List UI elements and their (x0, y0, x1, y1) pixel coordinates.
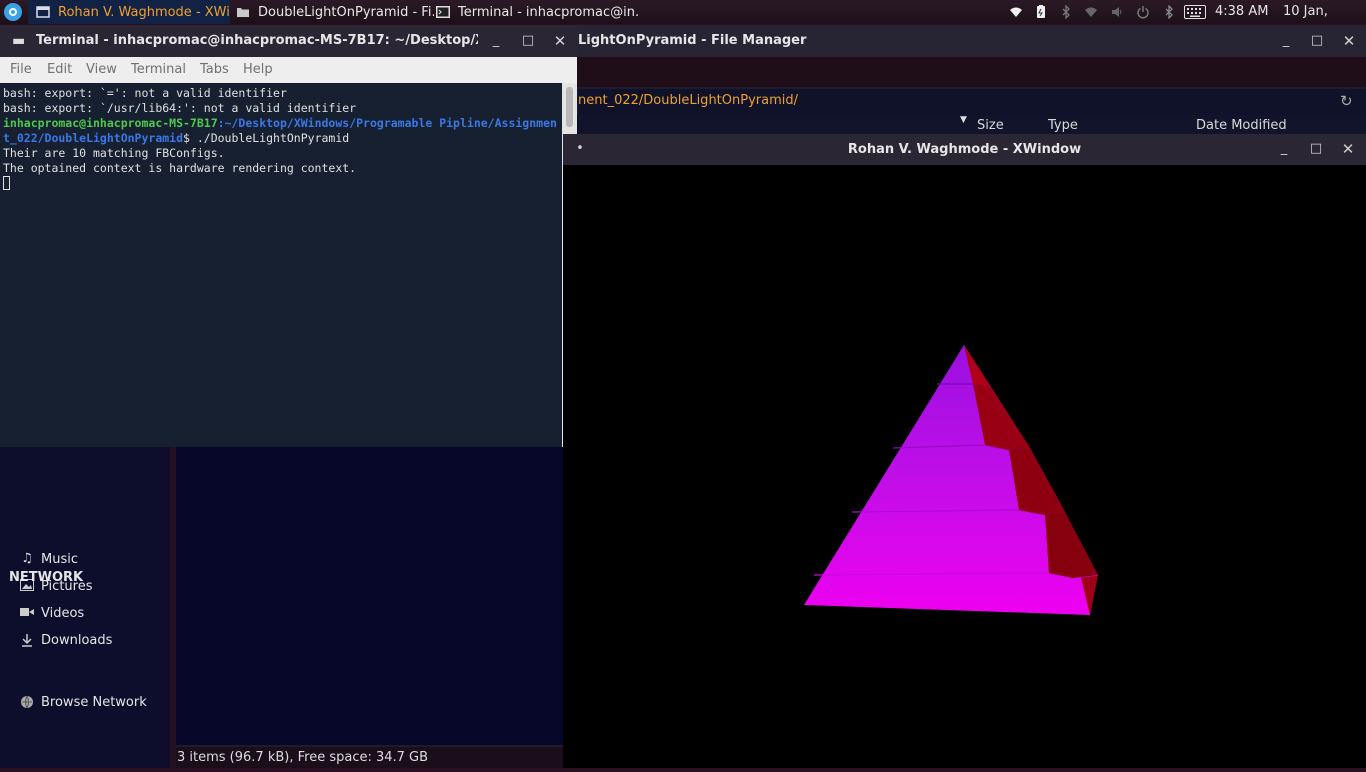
taskbar-item-label: DoubleLightOnPyramid - Fi... (258, 4, 434, 20)
app-menu-icon[interactable] (4, 3, 22, 21)
prompt-command: $ ./DoubleLightOnPyramid (183, 131, 350, 145)
terminal-cursor (3, 176, 10, 190)
volume-icon[interactable] (1110, 5, 1124, 19)
terminal-line: bash: export: `/usr/lib64:': not a valid… (3, 101, 357, 115)
sidebar-item-label: Browse Network (41, 694, 147, 710)
location-bar[interactable]: nent_022/DoubleLightOnPyramid/ ↻ (578, 89, 1366, 115)
keyboard-icon[interactable] (1184, 5, 1206, 19)
taskbar-item-label: Terminal - inhacpromac@in... (458, 4, 640, 20)
column-size[interactable]: Size (977, 118, 1004, 133)
prompt-path-continued: t_022/DoubleLightOnPyramid (3, 131, 184, 145)
minimize-button[interactable]: _ (1276, 31, 1296, 51)
terminal-menubar: File Edit View Terminal Tabs Help (0, 57, 577, 83)
window-icon (36, 6, 50, 18)
minimize-button[interactable]: _ (486, 31, 506, 51)
menu-tabs[interactable]: Tabs (200, 57, 229, 83)
window-menu-icon[interactable]: • (570, 139, 590, 159)
videos-icon (20, 606, 34, 620)
top-panel: Rohan V. Waghmode - XWi... DoubleLightOn… (0, 0, 1366, 43)
menu-help[interactable]: Help (243, 57, 273, 83)
menu-edit[interactable]: Edit (47, 57, 72, 83)
scrollbar-thumb[interactable] (566, 87, 573, 127)
downloads-icon (20, 633, 34, 647)
taskbar-item-xwindow[interactable]: Rohan V. Waghmode - XWi... (28, 0, 230, 24)
opengl-canvas[interactable] (563, 165, 1366, 768)
column-date-modified[interactable]: Date Modified (1196, 118, 1287, 133)
column-type[interactable]: Type (1048, 118, 1078, 133)
column-header: ▼ Size Type Date Modified (578, 115, 1366, 135)
menu-terminal[interactable]: Terminal (131, 57, 186, 83)
network-icon (20, 695, 34, 709)
taskbar-item-terminal[interactable]: Terminal - inhacpromac@in... (436, 0, 640, 24)
terminal-window: ▬ Terminal - inhacpromac@inhacpromac-MS-… (0, 25, 577, 447)
window-title: Rohan V. Waghmode - XWindow (847, 142, 1082, 157)
menu-file[interactable]: File (10, 57, 32, 83)
pyramid-side-shade (1045, 512, 1098, 578)
prompt-path: ~/Desktop/XWindows/Programable Pipline/A… (224, 116, 557, 130)
maximize-button[interactable]: □ (1307, 31, 1327, 51)
sidebar-item-label: Music (41, 551, 78, 567)
sidebar-item-label: Videos (41, 605, 85, 621)
window-menu-icon[interactable]: ▬ (12, 31, 30, 51)
clock-time[interactable]: 4:38 AM (1215, 0, 1268, 24)
sidebar-item-music[interactable]: ♫ Music (20, 548, 78, 570)
music-icon: ♫ (21, 551, 33, 566)
reload-icon[interactable]: ↻ (1340, 89, 1353, 113)
sidebar-item-label: Downloads (41, 632, 113, 648)
minimize-button[interactable]: _ (1274, 139, 1294, 159)
sidebar-item-downloads[interactable]: Downloads (20, 629, 112, 651)
prompt-separator: : (217, 116, 225, 130)
sort-indicator-icon: ▼ (960, 115, 967, 125)
terminal-titlebar[interactable]: ▬ Terminal - inhacpromac@inhacpromac-MS-… (0, 25, 577, 57)
battery-icon[interactable] (1034, 5, 1048, 19)
taskbar-item-file-manager[interactable]: DoubleLightOnPyramid - Fi... (236, 0, 434, 24)
power-icon[interactable] (1136, 5, 1150, 19)
status-bar: 3 items (96.7 kB), Free space: 34.7 GB (176, 747, 567, 768)
window-title: LightOnPyramid - File Manager (578, 33, 807, 48)
terminal-output[interactable]: bash: export: `=': not a valid identifie… (0, 83, 562, 447)
wifi-icon[interactable] (1009, 5, 1023, 19)
sidebar-item-browse-network[interactable]: Browse Network (20, 691, 147, 713)
bluetooth-icon[interactable] (1059, 4, 1073, 20)
sidebar-section-network: NETWORK (9, 570, 84, 585)
terminal-icon (436, 6, 450, 18)
prompt-user: inhacpromac@inhacpromac-MS-7B17 (3, 116, 218, 130)
close-button[interactable]: ✕ (550, 31, 570, 51)
folder-icon (236, 6, 250, 18)
bluetooth-icon[interactable] (1162, 4, 1176, 20)
xwindow-titlebar[interactable]: Rohan V. Waghmode - XWindow • _ □ ✕ (563, 134, 1366, 165)
pyramid-render (804, 345, 1099, 615)
clock-date[interactable]: 10 Jan, 04:38 (1283, 0, 1366, 43)
xwindow-window: Rohan V. Waghmode - XWindow • _ □ ✕ (563, 134, 1366, 768)
sidebar-item-videos[interactable]: Videos (20, 602, 84, 624)
maximize-button[interactable]: □ (1306, 139, 1326, 159)
network-icon[interactable] (1084, 5, 1098, 19)
terminal-line: bash: export: `=': not a valid identifie… (3, 86, 287, 100)
window-title: Terminal - inhacpromac@inhacpromac-MS-7B… (36, 33, 478, 48)
menu-view[interactable]: View (86, 57, 117, 83)
location-path: nent_022/DoubleLightOnPyramid/ (578, 93, 798, 108)
taskbar-item-label: Rohan V. Waghmode - XWi... (58, 4, 230, 20)
close-button[interactable]: ✕ (1338, 139, 1358, 159)
terminal-line: Their are 10 matching FBConfigs. (3, 146, 225, 160)
terminal-line: The optained context is hardware renderi… (3, 161, 357, 175)
maximize-button[interactable]: □ (518, 31, 538, 51)
close-button[interactable]: ✕ (1339, 31, 1359, 51)
